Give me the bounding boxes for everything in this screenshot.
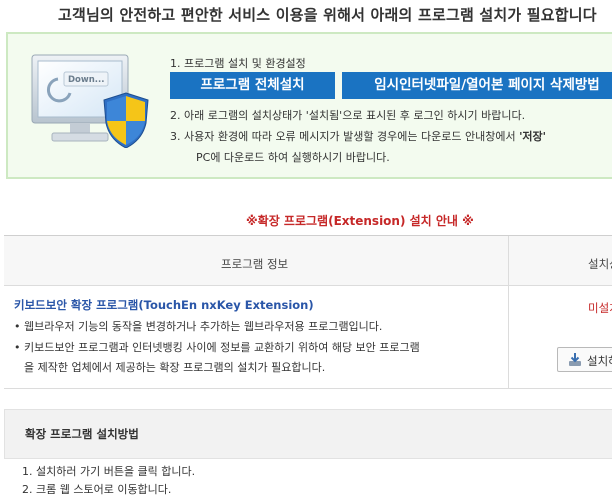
program-desc-line2: • 키보드보안 프로그램과 인터넷뱅킹 사이에 정보를 교환하기 위하여 해당 …	[14, 341, 420, 354]
program-desc-line1: • 웹브라우저 기능의 동작을 변경하거나 추가하는 웹브라우저용 프로그램입니…	[14, 320, 383, 333]
install-method-step1: 1. 설치하러 가기 버튼을 클릭 합니다.	[22, 465, 196, 478]
setup-step3-bold: '저장'	[519, 130, 547, 143]
install-method-step2: 2. 크롬 웹 스토어로 이동합니다.	[22, 483, 172, 496]
delete-temp-files-button[interactable]: 임시인터넷파일/열어본 페이지 삭제방법	[342, 72, 612, 99]
column-header-status: 설치상태	[588, 257, 612, 271]
install-all-button[interactable]: 프로그램 전체설치	[170, 72, 335, 99]
svg-text:Down...: Down...	[68, 75, 105, 85]
table-header	[4, 236, 612, 286]
setup-step2-text: 2. 아래 로그램의 설치상태가 '설치됨'으로 표시된 후 로그인 하시기 바…	[170, 109, 526, 122]
install-extension-button[interactable]: 설치하기	[557, 347, 612, 372]
setup-step3-text: 3. 사용자 환경에 따라 오류 메시지가 발생할 경우에는 다운로드 안내창에…	[170, 128, 546, 144]
monitor-icon: Down...	[31, 54, 149, 149]
table-row-border	[4, 388, 612, 389]
extension-notice-title: ※확장 프로그램(Extension) 설치 안내 ※	[246, 214, 474, 228]
install-extension-label: 설치하기	[587, 354, 612, 368]
table-column-divider	[508, 236, 509, 388]
install-status-badge: 미설치	[588, 301, 612, 315]
monitor-shield-illustration: Down...	[30, 53, 152, 152]
program-name-link[interactable]: 키보드보안 확장 프로그램(TouchEn nxKey Extension)	[14, 297, 314, 313]
setup-step1-label: 1. 프로그램 설치 및 환경설정	[170, 57, 306, 70]
setup-step3-text-a: 3. 사용자 환경에 따라 오류 메시지가 발생할 경우에는 다운로드 안내창에…	[170, 130, 520, 143]
column-header-info: 프로그램 정보	[221, 257, 289, 271]
program-desc-line3: 을 제작한 업체에서 제공하는 확장 프로그램의 설치가 필요합니다.	[24, 361, 326, 374]
setup-step3-text-cont: PC에 다운로드 하여 실행하시기 바랍니다.	[196, 151, 390, 164]
page-headline: 고객님의 안전하고 편안한 서비스 이용을 위해서 아래의 프로그램 설치가 필…	[58, 6, 597, 24]
install-method-title: 확장 프로그램 설치방법	[25, 427, 139, 441]
download-icon	[569, 353, 581, 366]
